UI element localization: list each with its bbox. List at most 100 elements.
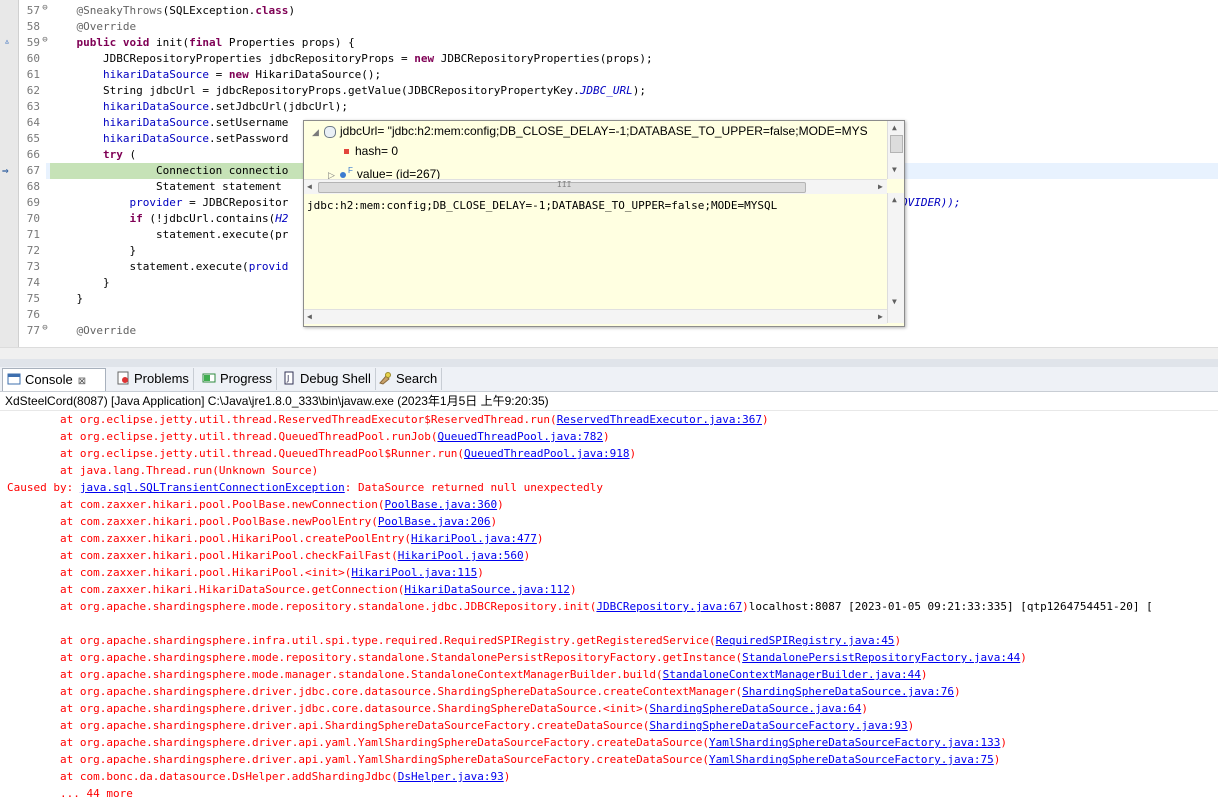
console-text: at java.lang.Thread.run(Unknown Source)	[7, 464, 319, 477]
detail-horizontal-scrollbar[interactable]: ◀ ▶	[304, 309, 887, 324]
code-token: .setPassword	[208, 132, 289, 145]
stack-trace-link[interactable]: HikariDataSource.java:112	[404, 583, 570, 596]
close-icon[interactable]: ⊠	[78, 376, 86, 387]
overview-ruler	[0, 0, 19, 359]
stack-trace-link[interactable]: ReservedThreadExecutor.java:367	[557, 413, 762, 426]
tree-horizontal-scrollbar[interactable]: ◀ III ▶	[304, 179, 887, 194]
console-text: at com.bonc.da.datasource.DsHelper.addSh…	[7, 770, 398, 783]
fold-toggle-icon[interactable]: ⊖	[41, 36, 49, 45]
code-token: .setUsername	[208, 116, 289, 129]
stack-trace-link[interactable]: JDBCRepository.java:67	[596, 600, 742, 613]
line-number: 67	[26, 164, 40, 177]
tree-row-jdbcurl[interactable]: ◢ jdbcUrl= "jdbc:h2:mem:config;DB_CLOSE_D…	[312, 121, 868, 141]
code-token: statement.execute(	[50, 260, 249, 273]
tab-problems[interactable]: Problems	[112, 368, 194, 390]
stack-trace-link[interactable]: HikariPool.java:115	[351, 566, 477, 579]
console-line: at org.eclipse.jetty.util.thread.Reserve…	[7, 411, 769, 428]
code-line: Connection connectio	[50, 163, 288, 179]
console-line: at org.apache.shardingsphere.mode.reposi…	[7, 598, 1153, 615]
scroll-thumb[interactable]	[890, 135, 903, 153]
console-text: )	[497, 498, 504, 511]
stack-trace-link[interactable]: ShardingSphereDataSource.java:64	[649, 702, 861, 715]
code-line: @Override	[50, 323, 137, 339]
code-line: String jdbcUrl = jdbcRepositoryProps.get…	[50, 83, 646, 99]
fold-toggle-icon[interactable]: ⊖	[41, 4, 49, 13]
console-text: )	[861, 702, 868, 715]
console-line: at com.zaxxer.hikari.pool.PoolBase.newCo…	[7, 496, 504, 513]
detail-pane[interactable]: jdbc:h2:mem:config;DB_CLOSE_DELAY=-1;DAT…	[304, 197, 893, 311]
fold-toggle-icon[interactable]: ⊖	[41, 324, 49, 333]
scroll-left-icon[interactable]: ◀	[307, 312, 312, 321]
variable-inspect-popup[interactable]: ◢ jdbcUrl= "jdbc:h2:mem:config;DB_CLOSE_D…	[303, 120, 905, 327]
code-line: hikariDataSource.setUsername	[50, 115, 288, 131]
console-text: at com.zaxxer.hikari.pool.HikariPool.cre…	[7, 532, 411, 545]
line-number: 73	[26, 260, 40, 273]
console-text: at org.apache.shardingsphere.mode.manage…	[7, 668, 663, 681]
console-text: )	[993, 753, 1001, 766]
code-token: @SneakyThrows	[76, 4, 163, 17]
console-line: at com.zaxxer.hikari.pool.HikariPool.<in…	[7, 564, 484, 581]
line-number: 75	[26, 292, 40, 305]
tab-debug-shell[interactable]: J Debug Shell	[278, 368, 376, 390]
console-text: at com.zaxxer.hikari.pool.PoolBase.newPo…	[7, 515, 378, 528]
code-line: }	[50, 291, 83, 307]
stack-trace-link[interactable]: QueuedThreadPool.java:782	[437, 430, 603, 443]
tab-progress[interactable]: Progress	[198, 368, 278, 390]
stack-trace-link[interactable]: ShardingSphereDataSource.java:76	[742, 685, 954, 698]
scroll-right-icon[interactable]: ▶	[878, 182, 883, 191]
tree-label: jdbcUrl= "jdbc:h2:mem:config;DB_CLOSE_DE…	[340, 124, 868, 138]
stack-trace-link[interactable]: RequiredSPIRegistry.java:45	[716, 634, 895, 647]
line-number: 58	[26, 20, 40, 33]
detail-vertical-scrollbar[interactable]: ▲ ▼	[887, 193, 904, 323]
tree-row-hash[interactable]: hash= 0	[340, 141, 398, 161]
stack-trace-link[interactable]: PoolBase.java:360	[385, 498, 498, 511]
stack-trace-link[interactable]: StandaloneContextManagerBuilder.java:44	[663, 668, 921, 681]
scroll-left-icon[interactable]: ◀	[307, 182, 312, 191]
console-text: at org.apache.shardingsphere.driver.api.…	[7, 719, 650, 732]
code-token: JDBC_URL	[579, 84, 633, 97]
scroll-right-icon[interactable]: ▶	[878, 312, 883, 321]
stack-trace-link[interactable]: HikariPool.java:560	[398, 549, 524, 562]
scroll-thumb[interactable]: III	[318, 180, 806, 193]
scroll-down-icon[interactable]: ▼	[892, 297, 897, 306]
code-line: hikariDataSource.setJdbcUrl(jdbcUrl);	[50, 99, 348, 115]
stack-trace-link[interactable]: HikariPool.java:477	[411, 532, 537, 545]
stack-trace-link[interactable]: DsHelper.java:93	[398, 770, 504, 783]
stack-trace-link[interactable]: YamlShardingSphereDataSourceFactory.java…	[709, 753, 994, 766]
stack-trace-link[interactable]: StandalonePersistRepositoryFactory.java:…	[742, 651, 1020, 664]
code-line: }	[50, 243, 136, 259]
collapse-arrow-icon[interactable]: ◢	[312, 122, 324, 142]
stack-trace-link[interactable]: java.sql.SQLTransientConnectionException	[80, 481, 345, 494]
debug-shell-icon: J	[282, 370, 296, 385]
stack-trace-link[interactable]: QueuedThreadPool.java:918	[464, 447, 630, 460]
console-process-label: XdSteelCord(8087) [Java Application] C:\…	[0, 392, 1218, 411]
console-text: at com.zaxxer.hikari.pool.PoolBase.newCo…	[7, 498, 385, 511]
stack-trace-link[interactable]: PoolBase.java:206	[378, 515, 491, 528]
console-text: Caused by:	[7, 481, 80, 494]
code-line-fragment: OVIDER));	[901, 196, 961, 209]
stack-trace-link[interactable]: ShardingSphereDataSourceFactory.java:93	[649, 719, 907, 732]
variable-tree[interactable]: ◢ jdbcUrl= "jdbc:h2:mem:config;DB_CLOSE_D…	[304, 121, 887, 179]
scroll-down-icon[interactable]: ▼	[892, 165, 897, 174]
scroll-up-icon[interactable]: ▲	[892, 123, 897, 132]
code-line: @SneakyThrows(SQLException.class)	[50, 3, 296, 19]
tab-console[interactable]: Console ⊠	[2, 368, 106, 391]
tree-row-value[interactable]: ▷ Fvalue= (id=267)	[328, 161, 440, 179]
code-token: final	[189, 36, 223, 49]
console-text: at org.eclipse.jetty.util.thread.QueuedT…	[7, 447, 464, 460]
expand-arrow-icon[interactable]: ▷	[328, 165, 340, 179]
stack-trace-link[interactable]: YamlShardingSphereDataSourceFactory.java…	[709, 736, 1000, 749]
editor-horizontal-scrollbar[interactable]	[0, 347, 1218, 359]
line-number: 64	[26, 116, 40, 129]
tree-vertical-scrollbar[interactable]: ▲ ▼	[887, 121, 904, 179]
code-line: hikariDataSource.setPassword	[50, 131, 288, 147]
line-number: 68	[26, 180, 40, 193]
view-divider[interactable]	[0, 359, 1218, 367]
tab-search[interactable]: Search	[374, 368, 443, 390]
scroll-up-icon[interactable]: ▲	[892, 195, 897, 204]
tree-label: value= (id=267)	[356, 167, 441, 179]
